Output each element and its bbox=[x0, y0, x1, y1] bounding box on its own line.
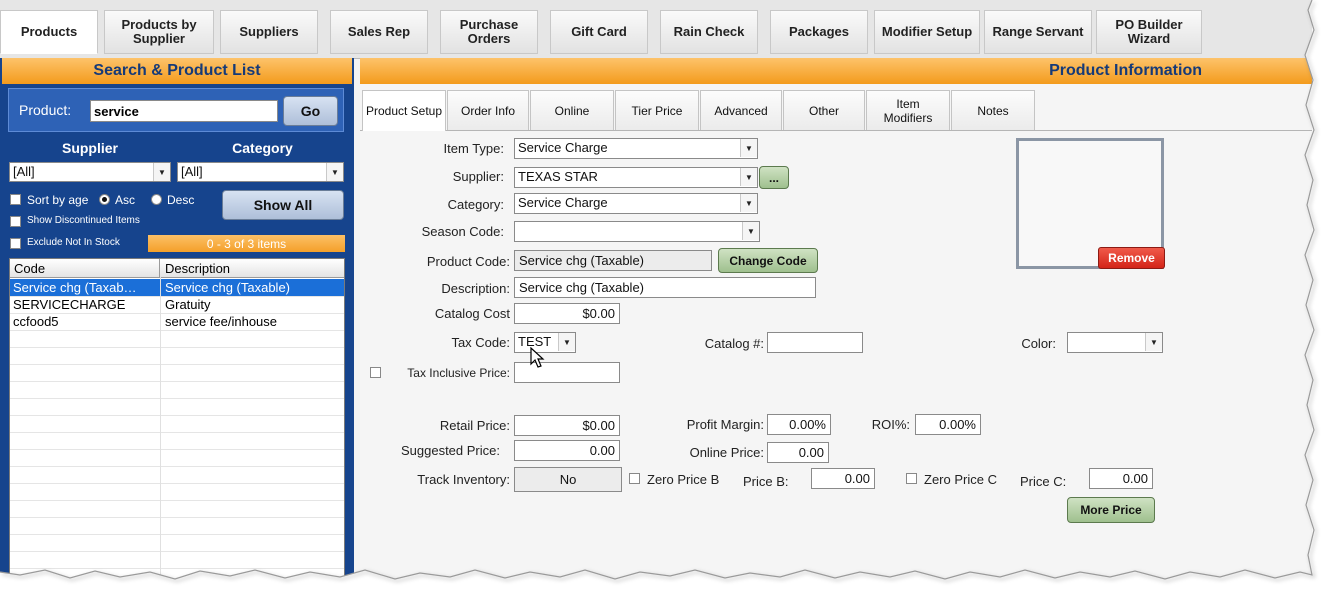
torn-edge-decoration bbox=[0, 0, 1330, 596]
